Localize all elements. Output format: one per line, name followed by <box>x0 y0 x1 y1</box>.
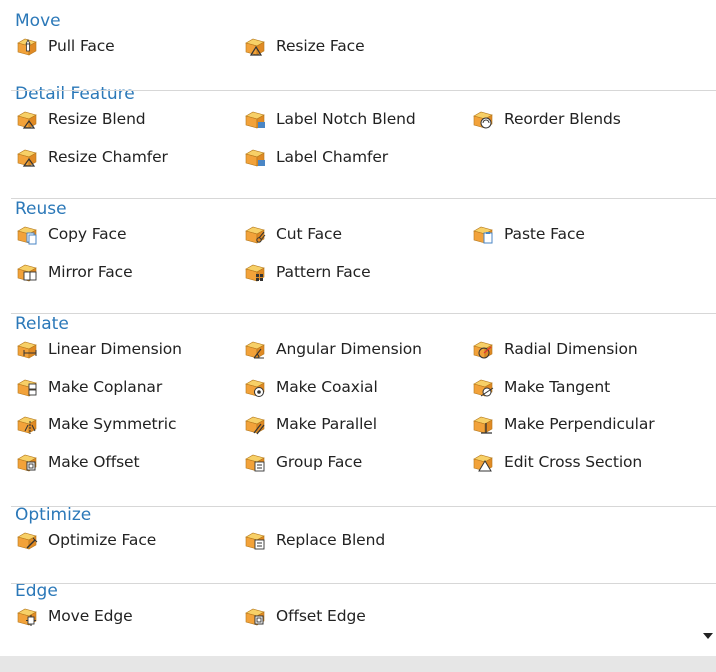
command-label-notch-blend[interactable]: Label Notch Blend <box>244 106 416 132</box>
command-resize-face[interactable]: Resize Face <box>244 33 365 59</box>
command-label: Move Edge <box>48 607 133 625</box>
command-label: Make Coplanar <box>48 377 163 396</box>
group-separator <box>11 583 716 584</box>
command-move-edge[interactable]: Move Edge <box>16 603 133 629</box>
radial-dimension-icon <box>472 338 494 360</box>
command-make-parallel[interactable]: Make Parallel <box>244 411 377 437</box>
group-separator <box>11 90 716 91</box>
move-edge-icon <box>16 605 38 627</box>
label-chamfer-icon <box>244 146 266 168</box>
make-parallel-icon <box>244 413 266 435</box>
group-separator <box>11 198 716 199</box>
command-label-chamfer[interactable]: Label Chamfer <box>244 144 388 170</box>
command-radial-dimension[interactable]: Radial Dimension <box>472 336 638 362</box>
command-angular-dimension[interactable]: Angular Dimension <box>244 336 422 362</box>
command-label: Pull Face <box>48 37 115 55</box>
paste-face-icon <box>472 223 494 245</box>
command-make-perpendicular[interactable]: Make Perpendicular <box>472 411 655 437</box>
command-label: Resize Chamfer <box>48 147 168 166</box>
resize-blend-icon <box>16 108 38 130</box>
command-label: Label Notch Blend <box>276 110 416 128</box>
group-header-optimize: Optimize <box>15 505 92 525</box>
command-copy-face[interactable]: Copy Face <box>16 221 127 247</box>
command-make-coaxial[interactable]: Make Coaxial <box>244 374 378 400</box>
command-label: Make Offset <box>48 452 140 471</box>
reorder-blends-icon <box>472 108 494 130</box>
resize-face-icon <box>244 35 266 57</box>
make-coplanar-icon <box>16 376 38 398</box>
command-label: Make Symmetric <box>48 415 177 433</box>
resize-chamfer-icon <box>16 146 38 168</box>
command-gallery: Move Pull Face Resize Face Detail Feature Re… <box>0 0 716 672</box>
command-replace-blend[interactable]: Replace Blend <box>244 527 385 553</box>
command-label: Replace Blend <box>276 531 386 549</box>
mirror-face-icon <box>16 261 38 283</box>
command-label: Edit Cross Section <box>504 452 643 471</box>
command-mirror-face[interactable]: Mirror Face <box>16 259 133 285</box>
angular-dimension-icon <box>244 338 266 360</box>
make-coaxial-icon <box>244 376 266 398</box>
command-label: Mirror Face <box>48 262 133 281</box>
command-label: Group Face <box>276 452 363 471</box>
scroll-down-button[interactable] <box>700 628 716 644</box>
command-label: Cut Face <box>276 225 342 243</box>
command-paste-face[interactable]: Paste Face <box>472 221 585 247</box>
command-label: Copy Face <box>48 225 127 243</box>
group-header-move: Move <box>15 11 61 31</box>
optimize-face-icon <box>16 529 38 551</box>
edit-cross-section-icon <box>472 451 494 473</box>
gallery-footer-bar <box>0 656 716 672</box>
command-label: Angular Dimension <box>276 340 422 358</box>
command-label: Make Parallel <box>276 415 377 433</box>
command-make-coplanar[interactable]: Make Coplanar <box>16 374 162 400</box>
command-resize-chamfer[interactable]: Resize Chamfer <box>16 144 168 170</box>
group-separator <box>11 506 716 507</box>
group-header-relate: Relate <box>15 314 69 334</box>
pattern-face-icon <box>244 261 266 283</box>
command-label: Make Perpendicular <box>504 415 655 433</box>
group-header-detail-feature: Detail Feature <box>15 84 135 104</box>
command-pull-face[interactable]: Pull Face <box>16 33 115 59</box>
command-label: Make Coaxial <box>276 377 378 396</box>
command-linear-dimension[interactable]: Linear Dimension <box>16 336 182 362</box>
command-label: Linear Dimension <box>48 340 182 358</box>
make-perpendicular-icon <box>472 413 494 435</box>
group-header-reuse: Reuse <box>15 199 67 219</box>
command-label: Pattern Face <box>276 262 371 281</box>
make-symmetric-icon <box>16 413 38 435</box>
command-cut-face[interactable]: Cut Face <box>244 221 342 247</box>
command-label: Paste Face <box>504 225 585 243</box>
command-make-offset[interactable]: Make Offset <box>16 449 140 475</box>
command-resize-blend[interactable]: Resize Blend <box>16 106 146 132</box>
cut-face-icon <box>244 223 266 245</box>
command-label: Make Tangent <box>504 377 611 396</box>
command-label: Reorder Blends <box>504 110 621 128</box>
command-pattern-face[interactable]: Pattern Face <box>244 259 371 285</box>
command-label: Resize Face <box>276 37 365 55</box>
command-label: Optimize Face <box>48 531 157 549</box>
command-optimize-face[interactable]: Optimize Face <box>16 527 156 553</box>
command-label: Radial Dimension <box>504 340 638 358</box>
replace-blend-icon <box>244 529 266 551</box>
make-offset-icon <box>16 451 38 473</box>
command-group-face[interactable]: Group Face <box>244 449 362 475</box>
linear-dimension-icon <box>16 338 38 360</box>
command-reorder-blends[interactable]: Reorder Blends <box>472 106 621 132</box>
make-tangent-icon <box>472 376 494 398</box>
copy-face-icon <box>16 223 38 245</box>
triangle-down-icon <box>703 633 713 639</box>
pull-face-icon <box>16 35 38 57</box>
command-make-tangent[interactable]: Make Tangent <box>472 374 610 400</box>
command-make-symmetric[interactable]: Make Symmetric <box>16 411 176 437</box>
command-edit-cross-section[interactable]: Edit Cross Section <box>472 449 642 475</box>
label-notch-blend-icon <box>244 108 266 130</box>
command-label: Offset Edge <box>276 607 366 625</box>
command-label: Label Chamfer <box>276 147 389 166</box>
command-label: Resize Blend <box>48 110 146 128</box>
group-separator <box>11 313 716 314</box>
group-face-icon <box>244 451 266 473</box>
offset-edge-icon <box>244 605 266 627</box>
command-offset-edge[interactable]: Offset Edge <box>244 603 366 629</box>
